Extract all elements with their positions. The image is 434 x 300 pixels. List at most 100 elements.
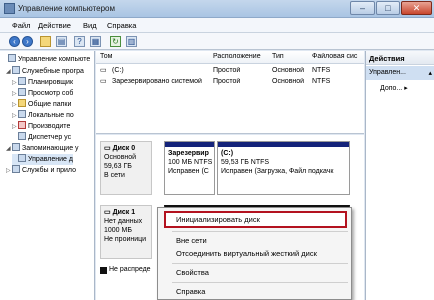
actions-disk-management[interactable]: Управлен... ▴: [366, 66, 434, 80]
volume-list: Том Расположение Тип Файловая сис ▭ (C:)…: [96, 51, 364, 134]
menu-separator: [172, 263, 348, 264]
tree-item-label: Просмотр соб: [28, 90, 74, 97]
disk-0-label[interactable]: ▭ Диск 0 Основной 59,63 ГБ В сети: [100, 141, 152, 195]
context-menu: Инициализировать диск Вне сети Отсоедини…: [157, 207, 352, 300]
actions-pane: Действия Управлен... ▴ Допо... ▸: [365, 51, 434, 300]
cell-filesystem: NTFS: [312, 67, 331, 74]
storage-icon: [12, 143, 20, 151]
disk-volume-icon: ▭: [100, 67, 107, 74]
tree-item-label: Планировщик: [28, 79, 74, 86]
column-header-type[interactable]: Тип: [272, 53, 284, 60]
column-header-layout[interactable]: Расположение: [213, 53, 261, 60]
tree-item-label: Службы и прило: [22, 167, 76, 174]
legend-unallocated-label: Не распреде: [109, 266, 151, 273]
tree-item-performance[interactable]: ▷ Производите: [12, 121, 70, 132]
disk-name: ▭ Диск 0: [104, 144, 148, 153]
services-icon: [12, 165, 20, 173]
close-button[interactable]: ✕: [401, 1, 432, 15]
tree-item-label: Запоминающие у: [22, 145, 79, 152]
cell-type: Основной: [272, 78, 305, 85]
disk-volume-icon: ▭: [100, 78, 107, 85]
toolbar: ‹ › ▤ ? ▦ ↻ ▥: [0, 33, 434, 50]
tree-item-label: Общие папки: [28, 101, 72, 108]
tree-item-local-users[interactable]: ▷ Локальные по: [12, 110, 74, 121]
disk-management-icon: [18, 154, 26, 162]
window-title: Управление компьютером: [18, 4, 115, 13]
computer-icon: [8, 54, 16, 62]
cell-volume: Зарезервировано системой: [112, 78, 202, 85]
table-row[interactable]: ▭ Зарезервировано системой Простой Основ…: [96, 76, 364, 87]
tree-item-device-manager[interactable]: Диспетчер ус: [12, 132, 71, 143]
help-icon[interactable]: ?: [74, 36, 85, 47]
partition-status: Исправен (Загрузка, Файл подкачк: [221, 168, 334, 175]
partition-size: 59,53 ГБ NTFS: [221, 159, 270, 166]
cell-layout: Простой: [213, 78, 241, 85]
menu-item-help[interactable]: Справка: [176, 287, 205, 296]
navigation-tree: Управление компьюте ◢ Служебные програ ▷ П…: [0, 51, 95, 300]
disk-name-text: Диск 1: [112, 209, 136, 216]
tree-item-label: Служебные програ: [22, 68, 84, 75]
tree-item-computer-management[interactable]: Управление компьюте: [2, 54, 90, 65]
disk-icon: ▭: [104, 145, 111, 152]
legend-unallocated-swatch: [100, 267, 107, 274]
maximize-button[interactable]: □: [376, 1, 400, 15]
menu-item-detach-vhd[interactable]: Отсоединить виртуальный жесткий диск: [176, 249, 317, 258]
collapse-arrow-icon[interactable]: ▴: [428, 69, 432, 77]
partition-title: Зарезервир: [168, 150, 209, 157]
disk-size: 1000 МБ: [104, 227, 132, 234]
cell-type: Основной: [272, 67, 305, 74]
list-header: Том Расположение Тип Файловая сис: [96, 51, 364, 64]
actions-more-label: Допо...: [380, 85, 403, 92]
disk-name-text: Диск 0: [112, 145, 136, 152]
tree-item-label: Локальные по: [28, 112, 74, 119]
partition-bar: [218, 142, 349, 147]
partition-c[interactable]: (C:) 59,53 ГБ NTFS Исправен (Загрузка, Ф…: [217, 141, 350, 195]
partition-size: 100 МБ NTFS: [168, 159, 213, 166]
partition-bar: [165, 142, 214, 147]
menu-item-offline[interactable]: Вне сети: [176, 236, 207, 245]
tree-item-disk-management[interactable]: Управление д: [12, 154, 73, 165]
menu-action[interactable]: Действие: [38, 21, 71, 30]
forward-icon[interactable]: ›: [22, 36, 33, 47]
table-row[interactable]: ▭ (C:) Простой Основной NTFS: [96, 65, 364, 76]
disk-type: Нет данных: [104, 218, 143, 225]
device-manager-icon: [18, 132, 26, 140]
refresh-icon[interactable]: ↻: [110, 36, 121, 47]
back-icon[interactable]: ‹: [9, 36, 20, 47]
tree-item-label: Производите: [28, 123, 71, 130]
disk-name: ▭ Диск 1: [104, 208, 148, 217]
menu-file[interactable]: Файл: [12, 21, 30, 30]
computer-management-icon: [4, 3, 15, 14]
tree-item-shared-folders[interactable]: ▷ Общие папки: [12, 99, 71, 110]
menu-item-initialize-disk[interactable]: Инициализировать диск: [176, 215, 260, 224]
disk-type: Основной: [104, 154, 137, 161]
up-folder-icon[interactable]: [40, 36, 51, 47]
partition-title: (C:): [221, 150, 234, 157]
disk-1-label[interactable]: ▭ Диск 1 Нет данных 1000 МБ Не проиници: [100, 205, 152, 259]
show-tree-icon[interactable]: ▤: [56, 36, 67, 47]
menu-separator: [172, 231, 348, 232]
menu-view[interactable]: Вид: [83, 21, 97, 30]
disk-icon: ▭: [104, 209, 111, 216]
tree-item-task-scheduler[interactable]: ▷ Планировщик: [12, 77, 73, 88]
menu-help[interactable]: Справка: [107, 21, 136, 30]
tree-item-event-viewer[interactable]: ▷ Просмотр соб: [12, 88, 73, 99]
properties-icon[interactable]: ▦: [90, 36, 101, 47]
performance-icon: [18, 121, 26, 129]
scheduler-icon: [18, 77, 26, 85]
minimize-button[interactable]: –: [350, 1, 375, 15]
event-viewer-icon: [18, 88, 26, 96]
cell-filesystem: NTFS: [312, 78, 331, 85]
submenu-arrow-icon: ▸: [404, 85, 408, 92]
partition-reserved[interactable]: Зарезервир 100 МБ NTFS Исправен (С: [164, 141, 215, 195]
export-icon[interactable]: ▥: [126, 36, 137, 47]
column-header-volume[interactable]: Том: [100, 53, 112, 60]
tree-item-services-apps[interactable]: ▷ Службы и прило: [6, 165, 76, 176]
tree-item-system-tools[interactable]: ◢ Служебные програ: [6, 66, 84, 77]
menu-item-properties[interactable]: Свойства: [176, 268, 209, 277]
tree-item-storage[interactable]: ◢ Запоминающие у: [6, 143, 79, 154]
column-header-filesystem[interactable]: Файловая сис: [312, 53, 364, 60]
actions-more[interactable]: Допо... ▸: [380, 84, 408, 92]
disk-size: 59,63 ГБ: [104, 163, 132, 170]
tree-item-label: Диспетчер ус: [28, 134, 72, 141]
